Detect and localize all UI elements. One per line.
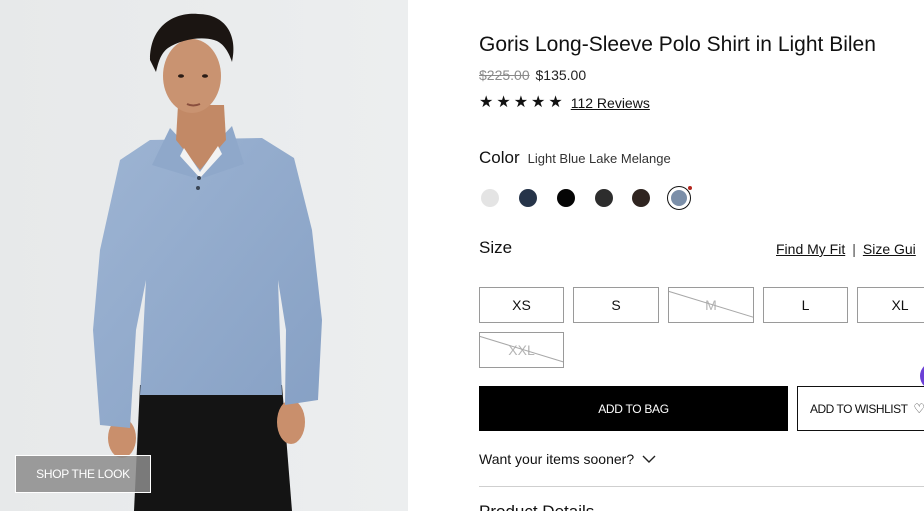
color-label: Color [479,148,520,167]
color-row: Color Light Blue Lake Melange [479,148,671,168]
size-option-xs[interactable]: XS [479,287,564,323]
size-option-xxl[interactable]: XXL [479,332,564,368]
size-option-m[interactable]: M [668,287,754,323]
price-row: $225.00 $135.00 [479,67,586,83]
swatch-charcoal[interactable] [595,189,613,207]
star-rating: ★ ★ ★ ★ ★ [479,94,563,112]
product-details-heading[interactable]: Product Details [479,502,594,511]
swatch-light-blue-lake-melange[interactable] [667,186,691,210]
rating-row: ★ ★ ★ ★ ★ 112 Reviews [479,94,650,112]
reviews-link[interactable]: 112 Reviews [571,95,650,111]
sale-price: $135.00 [535,67,587,83]
chevron-down-icon [642,451,656,467]
swatch-dark-brown[interactable] [632,189,650,207]
size-guide-link[interactable]: Size Gui [863,241,916,257]
color-swatches [479,186,699,210]
size-links: Find My Fit | Size Gui [776,241,916,257]
swatch-navy[interactable] [519,189,537,207]
product-info-panel: Goris Long-Sleeve Polo Shirt in Light Bi… [479,0,924,511]
star-icon: ★ [479,94,494,111]
swatch-light-grey[interactable] [481,189,499,207]
section-divider [479,486,924,487]
swatch-black[interactable] [557,189,575,207]
selected-color-name: Light Blue Lake Melange [527,151,671,166]
link-separator: | [852,241,856,257]
add-to-bag-button[interactable]: ADD TO BAG [479,386,788,431]
shop-the-look-button[interactable]: SHOP THE LOOK [15,455,151,493]
star-icon: ★ [531,94,546,111]
size-label: Size [479,238,513,257]
new-indicator-dot [688,186,692,190]
size-option-l[interactable]: L [763,287,848,323]
star-icon: ★ [548,94,563,111]
star-icon: ★ [513,94,529,111]
wishlist-label: ADD TO WISHLIST [810,401,908,416]
original-price: $225.00 [479,67,530,83]
find-my-fit-link[interactable]: Find My Fit [776,241,845,257]
add-to-wishlist-button[interactable]: ADD TO WISHLIST ♡ [797,386,924,431]
model-illustration [0,0,408,511]
delivery-options-toggle[interactable]: Want your items sooner? [479,451,656,467]
product-title: Goris Long-Sleeve Polo Shirt in Light Bi… [479,33,876,56]
size-option-xl[interactable]: XL [857,287,924,323]
product-image[interactable]: SHOP THE LOOK [0,0,408,511]
heart-outline-icon: ♡ [913,400,924,416]
star-icon: ★ [496,94,511,111]
size-option-s[interactable]: S [573,287,659,323]
delivery-options-label: Want your items sooner? [479,451,635,467]
